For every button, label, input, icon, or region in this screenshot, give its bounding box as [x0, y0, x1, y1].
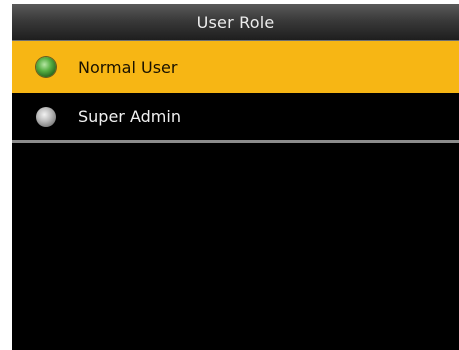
menu-item-label: Normal User: [78, 57, 178, 77]
menu-item-label: Super Admin: [78, 107, 181, 126]
radio-selected-icon[interactable]: [36, 57, 56, 77]
title-bar: User Role: [12, 4, 459, 41]
page-title: User Role: [196, 12, 275, 32]
menu-item-super-admin[interactable]: Super Admin: [12, 93, 459, 143]
device-screen: User Role Normal User Super Admin: [12, 4, 459, 350]
user-role-menu: Normal User Super Admin: [12, 41, 459, 143]
radio-unselected-icon[interactable]: [36, 106, 56, 127]
menu-item-normal-user[interactable]: Normal User: [12, 41, 459, 93]
